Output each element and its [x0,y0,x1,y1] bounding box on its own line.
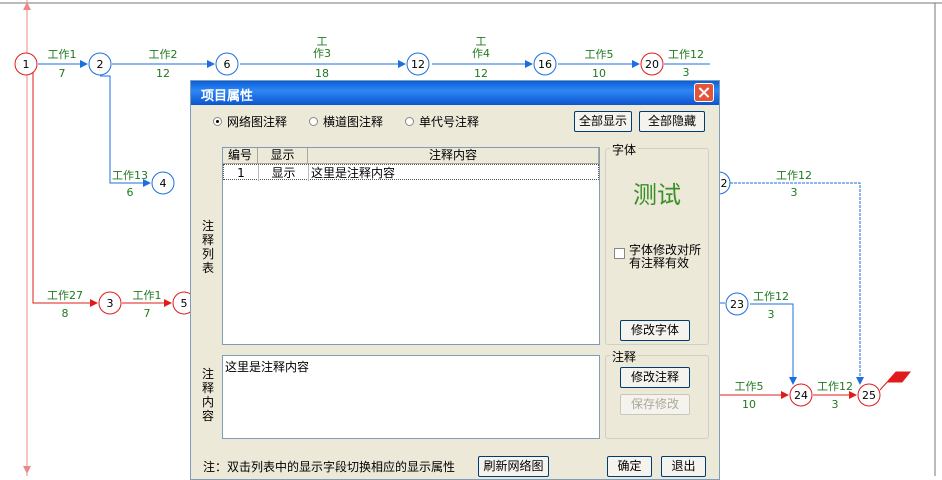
col-header-content[interactable]: 注释内容 [308,148,599,164]
node-label: 20 [645,58,659,71]
task-name: 工作1 [48,48,77,61]
task-duration: 3 [832,398,839,411]
node-label: 12 [411,58,425,71]
task-name: 工作12 [668,48,704,61]
node-label: 6 [224,58,231,71]
show-all-button[interactable]: 全部显示 [574,111,632,132]
node-6[interactable]: 6 [215,52,239,76]
task-name: 工作3 [313,35,331,60]
node-label: 25 [862,389,876,402]
col-header-id[interactable]: 编号 [223,148,258,164]
task-duration: 12 [474,67,488,80]
radio-selected-icon [213,117,222,126]
project-properties-dialog: 项目属性 网络图注释 横道图注释 单代号注释 全部显示 全部隐藏 注 释 列 表… [190,80,720,480]
note-group-title: 注释 [610,348,639,365]
col-header-show[interactable]: 显示 [258,148,308,164]
task-name: 工作12 [753,290,789,303]
hint-text: 注：双击列表中的显示字段切换相应的显示属性 [203,460,456,474]
radio-single-code-note[interactable]: 单代号注释 [405,113,479,130]
cell-show[interactable]: 显示 [259,165,309,181]
node-2[interactable]: 2 [88,52,112,76]
font-group: 字体 测试 字体修改对所有注释有效 修改字体 [605,141,709,345]
font-group-title: 字体 [610,141,639,158]
node-label: 24 [794,389,808,402]
node-25[interactable]: 25 [857,383,881,407]
task-name: 工作5 [585,48,614,61]
node-4[interactable]: 4 [151,171,175,195]
node-label: 2 [97,58,104,71]
task-name: 工作27 [47,289,83,302]
task-duration: 7 [59,67,66,80]
task-duration: 10 [592,67,606,80]
task-name: 工作2 [149,48,178,61]
node-20[interactable]: 20 [640,52,664,76]
radio-icon [309,117,318,126]
font-sample: 测试 [633,181,681,209]
refresh-diagram-button[interactable]: 刷新网络图 [478,456,549,477]
note-content-textarea[interactable]: 这里是注释内容 [222,355,600,439]
radio-label: 单代号注释 [419,115,480,129]
dialog-title: 项目属性 [201,89,254,104]
task-name: 工作5 [735,380,764,393]
node-16[interactable]: 16 [533,52,557,76]
node-24[interactable]: 24 [789,383,813,407]
node-23[interactable]: 23 [725,292,749,316]
task-name: 工作4 [472,35,490,60]
hide-all-button[interactable]: 全部隐藏 [639,111,705,132]
task-duration: 3 [768,308,775,321]
node-label: 23 [730,298,744,311]
radio-bar-note[interactable]: 横道图注释 [309,113,383,130]
task-name: 工作12 [776,169,812,182]
list-label: 注 释 列 表 [201,219,214,275]
cell-content: 这里是注释内容 [311,166,396,180]
node-1[interactable]: 1 [14,52,38,76]
exit-button[interactable]: 退出 [661,456,706,477]
dialog-titlebar[interactable]: 项目属性 [191,81,719,105]
close-icon[interactable] [694,83,714,102]
ok-button[interactable]: 确定 [607,456,652,477]
font-apply-all-label: 字体修改对所有注释有效 [629,243,702,270]
task-name: 工作1 [133,289,162,302]
cell-id: 1 [224,165,259,181]
content-label: 注 释 内 容 [201,367,214,423]
task-name: 工作12 [817,380,853,393]
radio-icon [405,117,414,126]
task-duration: 8 [62,307,69,320]
task-duration: 18 [315,67,329,80]
node-label: 1 [23,58,30,71]
task-name: 工作13 [112,169,148,182]
font-apply-all-checkbox[interactable] [614,248,625,259]
radio-label: 网络图注释 [227,115,288,129]
task-duration: 12 [156,67,170,80]
task-duration: 7 [144,307,151,320]
node-3[interactable]: 3 [98,291,122,315]
note-group: 注释 修改注释 保存修改 [605,348,709,439]
task-duration: 10 [742,398,756,411]
task-duration: 3 [683,66,690,79]
node-label: 5 [181,297,188,310]
list-row[interactable]: 1 显示 这里是注释内容 [223,164,599,181]
change-font-button[interactable]: 修改字体 [620,320,690,341]
modify-note-button[interactable]: 修改注释 [620,367,690,388]
node-12[interactable]: 12 [406,52,430,76]
save-change-button[interactable]: 保存修改 [620,394,690,415]
radio-network-note[interactable]: 网络图注释 [213,113,287,130]
radio-label: 横道图注释 [323,115,384,129]
node-label: 16 [538,58,552,71]
node-label: 3 [107,297,114,310]
task-duration: 3 [791,186,798,199]
task-duration: 6 [127,186,134,199]
note-list[interactable]: 编号 显示 注释内容 1 显示 这里是注释内容 [222,147,600,345]
node-label: 4 [160,177,167,190]
node-label: 2 [721,177,728,190]
